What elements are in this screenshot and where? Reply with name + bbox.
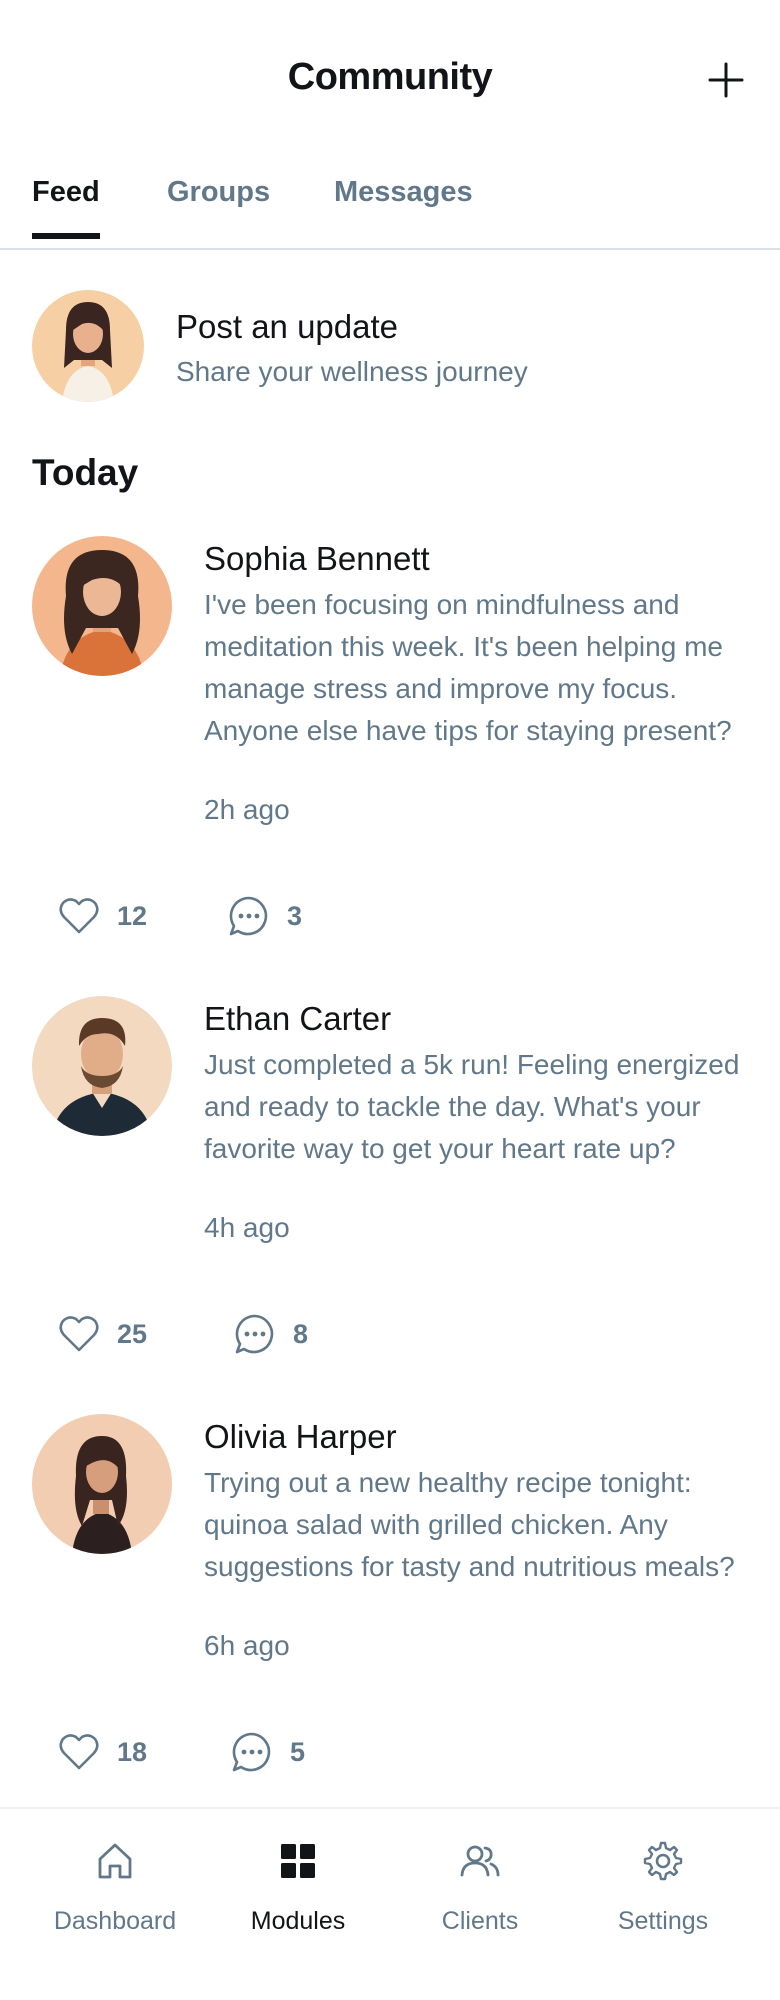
plus-icon (708, 62, 744, 98)
tab-bar: Feed Groups Messages (0, 162, 780, 250)
post-author[interactable]: Olivia Harper (204, 1418, 397, 1456)
post-timestamp: 6h ago (204, 1630, 290, 1661)
author-avatar[interactable] (32, 1414, 172, 1554)
post-update-composer[interactable]: Post an update Share your wellness journ… (32, 290, 748, 404)
heart-icon (59, 898, 99, 934)
author-avatar[interactable] (32, 996, 172, 1136)
comment-button[interactable]: 5 (229, 1729, 305, 1775)
nav-label: Clients (441, 1907, 519, 1935)
heart-icon (59, 1734, 99, 1770)
nav-item-clients[interactable]: Clients (389, 1839, 571, 1936)
nav-label: Dashboard (53, 1907, 177, 1935)
grid-icon (281, 1844, 315, 1878)
composer-subtitle: Share your wellness journey (176, 356, 528, 387)
like-count: 18 (117, 1736, 148, 1767)
like-count: 25 (117, 1318, 148, 1349)
comment-button[interactable]: 3 (226, 893, 302, 939)
post-timestamp: 2h ago (204, 794, 290, 825)
author-avatar[interactable] (32, 536, 172, 676)
post-body: Trying out a new healthy recipe tonight:… (204, 1467, 735, 1582)
like-button[interactable]: 25 (56, 1311, 147, 1357)
gear-icon (643, 1841, 683, 1881)
add-post-button[interactable] (704, 58, 748, 102)
comment-icon (232, 1732, 271, 1772)
tab-messages[interactable]: Messages (334, 176, 473, 233)
post-body: I've been focusing on mindfulness and me… (204, 589, 732, 746)
feed-post: Sophia Bennett I've been focusing on min… (0, 536, 780, 936)
heart-icon (59, 1316, 99, 1352)
nav-item-modules[interactable]: Modules (207, 1839, 389, 1936)
comment-count: 8 (293, 1318, 309, 1349)
comment-count: 3 (287, 900, 303, 931)
page-title: Community (287, 56, 493, 98)
home-icon (98, 1843, 132, 1879)
post-body: Just completed a 5k run! Feeling energiz… (204, 1049, 740, 1164)
feed-post: Ethan Carter Just completed a 5k run! Fe… (0, 996, 780, 1356)
app-header: Community (0, 0, 780, 162)
nav-item-settings[interactable]: Settings (572, 1839, 754, 1936)
nav-item-dashboard[interactable]: Dashboard (24, 1839, 206, 1936)
user-avatar (32, 290, 144, 402)
comment-count: 5 (290, 1736, 306, 1767)
feed-post: Olivia Harper Trying out a new healthy r… (0, 1414, 780, 1774)
post-author[interactable]: Sophia Bennett (204, 540, 430, 578)
like-button[interactable]: 12 (56, 893, 147, 939)
nav-label: Modules (250, 1907, 346, 1935)
bottom-navigation: Dashboard Modules Clients Settings (0, 1807, 780, 2000)
comment-icon (229, 896, 268, 936)
comment-button[interactable]: 8 (232, 1311, 308, 1357)
post-author[interactable]: Ethan Carter (204, 1000, 391, 1038)
like-count: 12 (117, 900, 148, 931)
nav-label: Settings (617, 1907, 709, 1935)
tab-groups[interactable]: Groups (167, 176, 270, 233)
like-button[interactable]: 18 (56, 1729, 147, 1775)
post-timestamp: 4h ago (204, 1212, 290, 1243)
tab-feed[interactable]: Feed (32, 176, 100, 239)
section-heading-today: Today (32, 452, 139, 493)
users-icon (460, 1845, 500, 1877)
comment-icon (235, 1314, 274, 1354)
composer-title: Post an update (176, 308, 399, 345)
